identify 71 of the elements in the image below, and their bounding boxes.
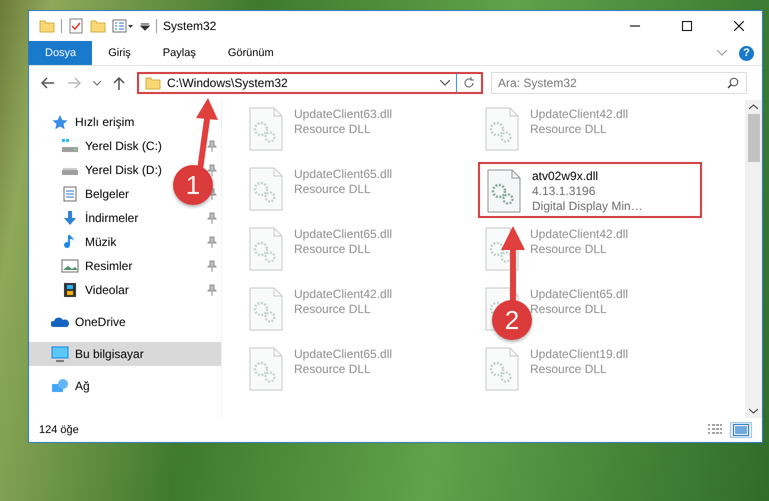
- gear-file-icon: [248, 167, 284, 211]
- navigation-item[interactable]: Resimler: [85, 259, 132, 273]
- pin-icon[interactable]: [207, 284, 217, 296]
- navigation-item[interactable]: Yerel Disk (C:): [85, 139, 162, 153]
- navigation-item[interactable]: OneDrive: [29, 310, 221, 334]
- help-button[interactable]: ?: [739, 46, 754, 60]
- ribbon-tab[interactable]: Dosya: [29, 41, 92, 65]
- network-icon: [51, 378, 69, 394]
- search-icon[interactable]: [727, 77, 739, 89]
- file-detail: Resource DLL: [530, 242, 608, 256]
- file-detail: Resource DLL: [294, 362, 372, 376]
- refresh-icon[interactable]: [463, 77, 475, 89]
- film-icon: [61, 282, 79, 298]
- item-count: 124 öğe: [39, 424, 79, 436]
- expand-ribbon-icon[interactable]: [717, 50, 727, 56]
- properties-icon[interactable]: [112, 18, 134, 34]
- address-field[interactable]: C:\Windows\System32: [137, 72, 483, 94]
- picture-view-icon: [733, 424, 749, 436]
- maximize-icon: [682, 21, 692, 31]
- file-detail: Resource DLL: [530, 302, 608, 316]
- folder-icon: [145, 75, 161, 91]
- checklist-icon[interactable]: [68, 18, 84, 34]
- pin-icon[interactable]: [207, 236, 217, 248]
- gear-file-icon: [248, 347, 284, 391]
- back-icon[interactable]: [41, 77, 55, 89]
- gear-file-icon: [248, 107, 284, 151]
- scroll-down-icon[interactable]: [749, 408, 758, 414]
- scroll-up-icon[interactable]: [749, 104, 758, 110]
- gear-file-icon: [484, 107, 520, 151]
- gear-file-icon: [248, 287, 284, 331]
- dropdown-icon[interactable]: [440, 80, 450, 86]
- scrollbar[interactable]: [745, 100, 762, 418]
- monitor-icon: [51, 346, 69, 362]
- file-detail: Resource DLL: [294, 302, 372, 316]
- gear-file-icon: [486, 169, 522, 213]
- address-path: C:\Windows\System32: [167, 76, 289, 90]
- gear-file-icon: [484, 347, 520, 391]
- pin-icon[interactable]: [207, 164, 217, 176]
- drive-icon: [61, 138, 79, 154]
- navigation-item[interactable]: Hızlı erişim: [29, 110, 221, 134]
- picture-icon: [61, 258, 79, 274]
- navigation-item[interactable]: Müzik: [85, 235, 116, 249]
- navigation-item[interactable]: Yerel Disk (D:): [85, 163, 162, 177]
- pin-icon[interactable]: [207, 140, 217, 152]
- navigation-item[interactable]: Ağ: [29, 374, 221, 398]
- download-icon: [61, 210, 79, 226]
- navigation-item[interactable]: Belgeler: [85, 187, 130, 201]
- close-icon: [734, 21, 744, 31]
- navigation-item[interactable]: İndirmeler: [85, 211, 138, 225]
- up-icon[interactable]: [113, 76, 125, 90]
- file-detail: Resource DLL: [530, 122, 608, 136]
- file-detail: 4.13.1.3196: [532, 184, 596, 198]
- file-detail: Resource DLL: [294, 122, 372, 136]
- pin-icon[interactable]: [207, 212, 217, 224]
- navigation-item[interactable]: Bu bilgisayar: [29, 342, 221, 366]
- star-icon: [51, 114, 69, 130]
- search-field[interactable]: Ara: System32: [491, 72, 747, 94]
- view-button[interactable]: [730, 422, 752, 438]
- pin-icon[interactable]: [207, 260, 217, 272]
- window-title: System32: [163, 19, 216, 33]
- recent-locations-icon[interactable]: [93, 80, 101, 86]
- document-icon: [61, 186, 79, 202]
- file-detail: Digital Display Min…: [532, 199, 643, 213]
- file-name[interactable]: atv02w9x.dll: [532, 169, 643, 183]
- navigation-item[interactable]: Videolar: [85, 283, 129, 297]
- scroll-thumb[interactable]: [748, 114, 760, 162]
- gear-file-icon: [248, 227, 284, 271]
- file-detail: Resource DLL: [294, 242, 372, 256]
- file-detail: Resource DLL: [294, 182, 372, 196]
- file-detail: Resource DLL: [530, 362, 608, 376]
- details-view-icon: [707, 424, 723, 436]
